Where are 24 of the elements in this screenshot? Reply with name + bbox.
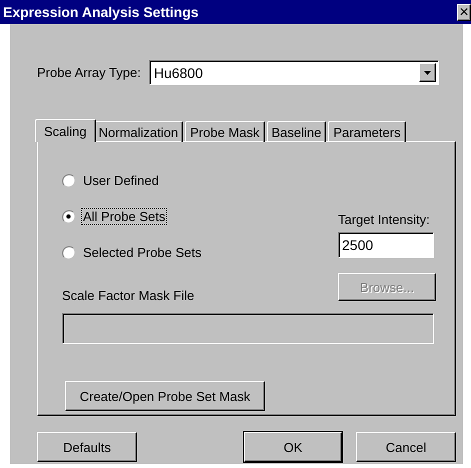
tab[interactable]: Normalization [94,121,184,142]
tab[interactable]: Parameters [328,121,406,142]
dialog-button[interactable]: OK [244,432,342,462]
window-title: Expression Analysis Settings [2,4,199,20]
close-button[interactable]: × [457,4,471,20]
field-label: Scale Factor Mask File [62,288,196,305]
dropdown[interactable]: Hu6800 [148,60,439,85]
create-mask-button[interactable]: Create/Open Probe Set Mask [65,381,265,412]
tab[interactable]: Probe Mask [185,121,264,142]
field-label: Target Intensity: [338,212,430,227]
radio-label: All Probe Sets [81,208,168,224]
tab[interactable]: Baseline [266,121,326,142]
dialog-button[interactable]: Cancel [356,432,456,462]
down-arrow-icon [424,70,431,74]
field-label: Probe Array Type: [37,65,141,80]
radio-button[interactable] [62,246,75,258]
dropdown-arrow-button[interactable] [418,63,436,82]
radio-label: Selected Probe Sets [82,244,203,260]
dialog-button[interactable]: Defaults [37,432,137,462]
radio-button[interactable] [62,210,75,222]
tab[interactable]: Scaling [35,119,96,142]
radio-button[interactable] [62,174,75,186]
input-field[interactable]: 2500 [338,232,434,258]
radio-label: User Defined [82,172,160,188]
